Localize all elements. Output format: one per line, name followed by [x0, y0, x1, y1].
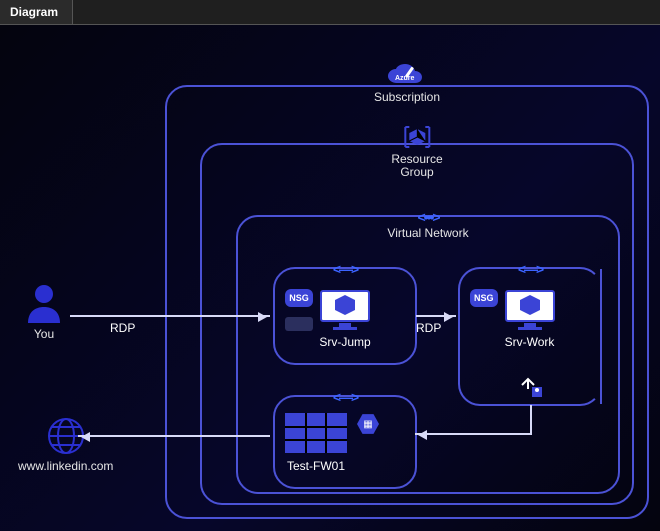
- firewall-name: Test-FW01: [287, 459, 345, 473]
- person-icon: [25, 283, 63, 323]
- link-work-to-firewall: [415, 433, 532, 435]
- subnet-arrows-icon: <—>: [518, 261, 542, 277]
- vm-name-jump: Srv-Jump: [319, 335, 370, 349]
- subnet-arrows-icon: <—>: [333, 261, 357, 277]
- subscription-label: Subscription: [374, 91, 440, 104]
- public-ip-icon: ▦: [357, 413, 379, 435]
- monitor-vm-icon: [504, 289, 556, 331]
- subnet-arrows-icon: <—>: [333, 389, 357, 405]
- node-website: www.linkedin.com: [18, 417, 113, 473]
- resource-group-label: Resource Group: [391, 153, 442, 179]
- cube-bracket-icon: [399, 123, 435, 151]
- user-label: You: [34, 327, 54, 341]
- label-rdp-1: RDP: [110, 321, 135, 335]
- subnet-arrows-icon: <•••>: [417, 209, 438, 225]
- arrow-jump-to-work: [416, 315, 456, 317]
- label-rdp-2: RDP: [416, 321, 441, 335]
- disk-icon: [285, 317, 313, 331]
- vm-name-work: Srv-Work: [505, 335, 555, 349]
- subnet-jump: <—> NSG Srv-Jump: [273, 267, 417, 365]
- arrow-firewall-to-web: [78, 435, 270, 437]
- vnet-label: Virtual Network: [387, 227, 468, 240]
- monitor-vm-icon: [319, 289, 371, 331]
- node-user: You: [25, 283, 63, 341]
- arrow-user-to-jump: [70, 315, 270, 317]
- svg-text:Azure: Azure: [395, 75, 415, 82]
- cloud-pencil-icon: Azure: [385, 63, 429, 89]
- link-work-down: [530, 405, 532, 433]
- diagram-canvas: Azure Subscription Resource Group <•••> …: [0, 25, 660, 531]
- website-label: www.linkedin.com: [18, 459, 113, 473]
- tab-bar: Diagram: [0, 0, 660, 25]
- nsg-badge: NSG: [285, 289, 313, 307]
- tab-diagram[interactable]: Diagram: [0, 0, 73, 24]
- nsg-badge: NSG: [470, 289, 498, 307]
- firewall-icon: [285, 413, 347, 453]
- management-icon: [518, 377, 544, 399]
- subnet-firewall: <—> Test-FW01 ▦: [273, 395, 417, 489]
